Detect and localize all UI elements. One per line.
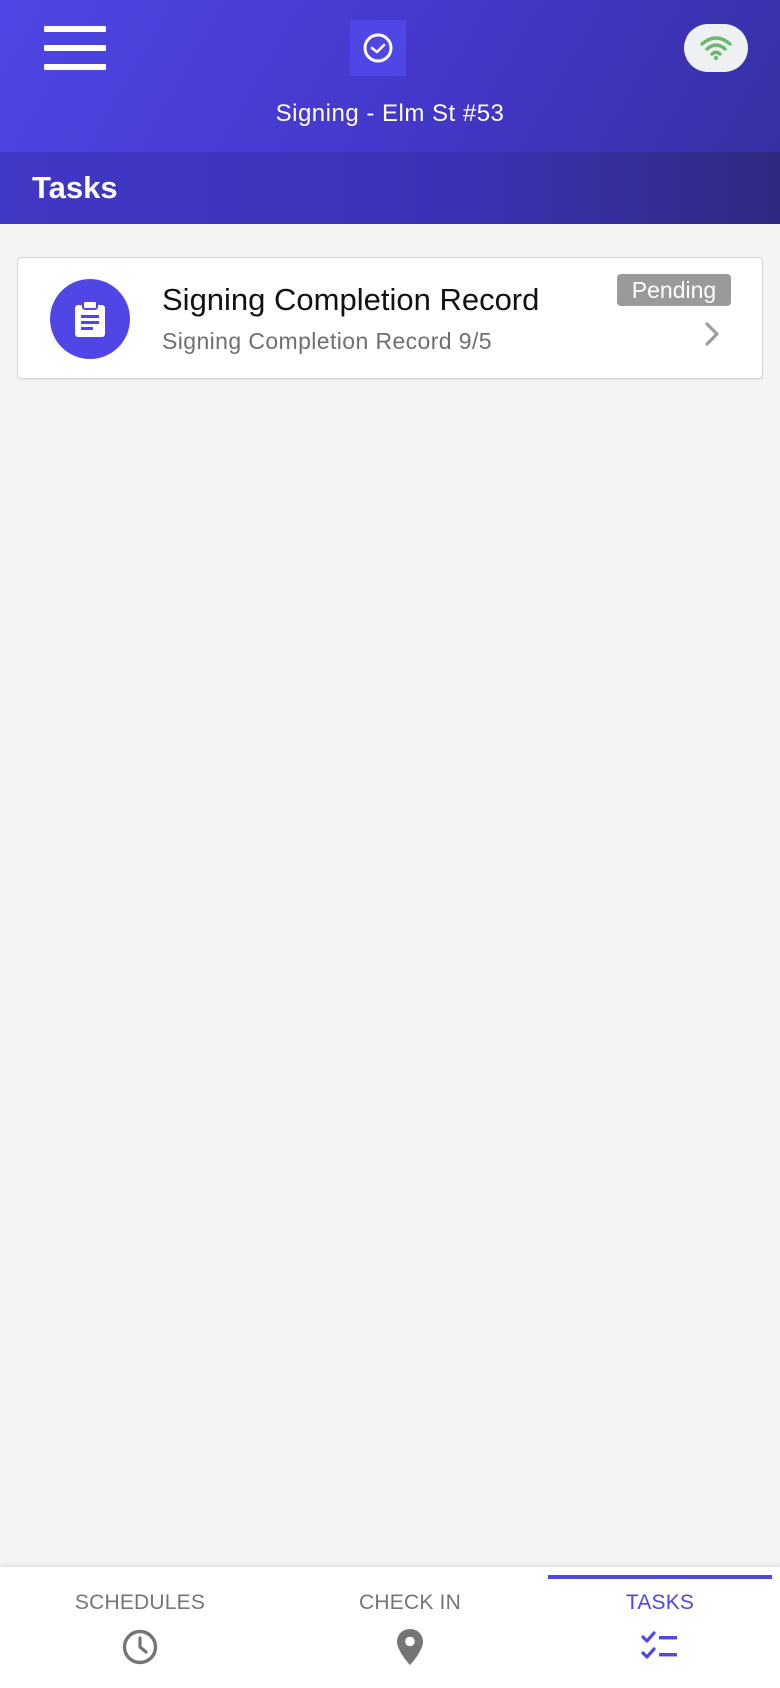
status-badge: Pending [617,274,731,306]
bottom-navigation: SCHEDULES CHECK IN TASKS [0,1566,780,1688]
hamburger-menu-icon[interactable] [44,26,108,70]
nav-tab-check-in[interactable]: CHECK IN [300,1567,520,1688]
nav-tab-label: TASKS [625,1591,695,1614]
nav-tab-label: SCHEDULES [74,1591,206,1614]
nav-tab-tasks[interactable]: TASKS [550,1567,770,1688]
nav-tab-label: CHECK IN [359,1591,461,1614]
task-subtitle: Signing Completion Record 9/5 [162,328,492,354]
nav-tab-schedules[interactable]: SCHEDULES [30,1567,250,1688]
app-root: Signing - Elm St #53 Tasks Signing Compl… [0,0,780,1688]
chevron-right-icon[interactable] [700,318,724,350]
location-pin-icon [396,1625,424,1669]
clock-icon [121,1625,159,1669]
section-title: Tasks [32,170,118,205]
checklist-icon [641,1625,679,1669]
clock-logo-icon [350,20,406,76]
app-header: Signing - Elm St #53 [0,0,780,152]
wifi-icon[interactable] [684,24,748,72]
task-title: Signing Completion Record [162,282,540,317]
clipboard-icon [50,279,130,359]
section-header: Tasks [0,152,780,224]
task-card[interactable]: Signing Completion Record Signing Comple… [17,257,763,379]
page-title: Signing - Elm St #53 [275,100,505,127]
